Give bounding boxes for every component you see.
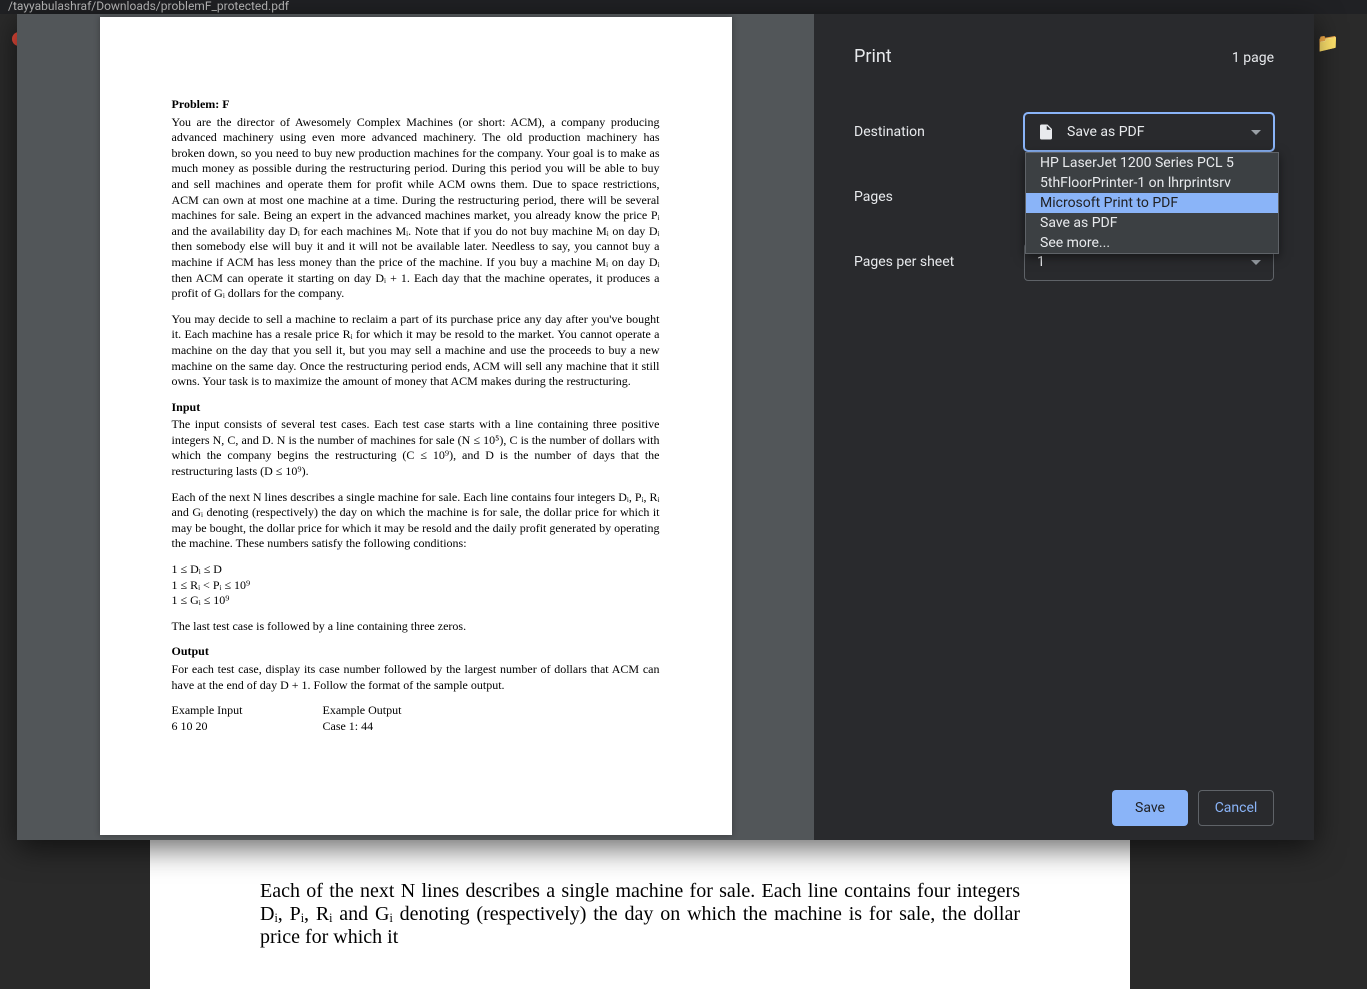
destination-dropdown[interactable]: Save as PDF HP LaserJet 1200 Series PCL … <box>1024 113 1274 151</box>
pdf-condition: 1 ≤ Dᵢ ≤ D <box>172 562 660 578</box>
print-preview-pane: Problem: F You are the director of Aweso… <box>17 14 814 840</box>
save-button[interactable]: Save <box>1112 790 1188 826</box>
pdf-condition: 1 ≤ Gᵢ ≤ 10⁹ <box>172 593 660 609</box>
pdf-icon <box>1037 123 1055 141</box>
destination-option[interactable]: Save as PDF <box>1026 213 1278 233</box>
chevron-down-icon <box>1251 260 1261 265</box>
print-dialog: Problem: F You are the director of Aweso… <box>17 14 1314 840</box>
destination-label: Destination <box>854 124 1024 140</box>
destination-option[interactable]: See more... <box>1026 233 1278 253</box>
pdf-paragraph: You may decide to sell a machine to recl… <box>172 312 660 390</box>
print-title: Print <box>854 46 892 67</box>
pdf-paragraph: Each of the next N lines describes a sin… <box>172 490 660 552</box>
destination-value: Save as PDF <box>1067 124 1145 140</box>
pdf-problem-title: Problem: F <box>172 97 660 113</box>
pdf-paragraph: For each test case, display its case num… <box>172 662 660 693</box>
pages-per-sheet-label: Pages per sheet <box>854 254 1024 270</box>
example-input-value: 6 10 20 <box>172 719 243 735</box>
pdf-condition: 1 ≤ Rᵢ < Pᵢ ≤ 10⁹ <box>172 578 660 594</box>
destination-option[interactable]: HP LaserJet 1200 Series PCL 5 <box>1026 153 1278 173</box>
pages-per-sheet-value: 1 <box>1037 254 1045 270</box>
pdf-paragraph: The input consists of several test cases… <box>172 417 660 479</box>
page-count: 1 page <box>1232 50 1274 66</box>
cancel-button[interactable]: Cancel <box>1198 790 1274 826</box>
print-settings-panel: Print 1 page Destination Save as PDF HP … <box>814 14 1314 840</box>
destination-option[interactable]: 5thFloorPrinter-1 on lhrprintsrv <box>1026 173 1278 193</box>
chevron-down-icon <box>1251 130 1261 135</box>
pdf-paragraph: The last test case is followed by a line… <box>172 619 660 635</box>
example-output-value: Case 1: 44 <box>322 719 401 735</box>
bookmark-folder-icon[interactable]: 📁 <box>1317 33 1339 54</box>
browser-address-fragment: /tayyabulashraf/Downloads/problemF_prote… <box>0 0 1367 14</box>
pdf-page-preview: Problem: F You are the director of Aweso… <box>100 17 732 835</box>
pdf-input-heading: Input <box>172 400 660 416</box>
destination-option[interactable]: Microsoft Print to PDF <box>1026 193 1278 213</box>
pages-label: Pages <box>854 189 1024 205</box>
example-output-heading: Example Output <box>322 703 401 719</box>
destination-options-menu: HP LaserJet 1200 Series PCL 55thFloorPri… <box>1025 152 1279 254</box>
example-input-heading: Example Input <box>172 703 243 719</box>
background-document-text: Each of the next N lines describes a sin… <box>150 840 1130 989</box>
pdf-paragraph: You are the director of Awesomely Comple… <box>172 115 660 302</box>
pdf-output-heading: Output <box>172 644 660 660</box>
